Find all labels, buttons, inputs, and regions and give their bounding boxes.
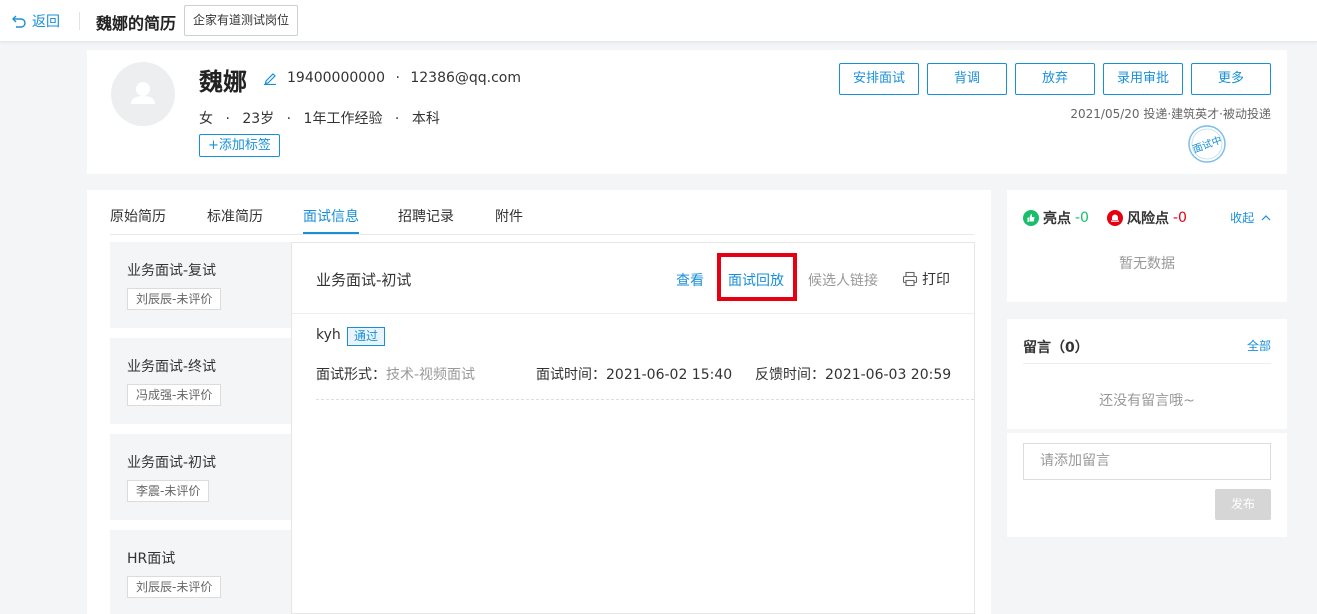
top-bar: 返回 魏娜的简历 企家有道测试岗位 [0, 0, 1317, 42]
divider [1023, 363, 1271, 364]
dashed-divider [316, 399, 974, 400]
separator: · [225, 111, 230, 127]
messages-title: 留言（0） [1023, 340, 1089, 356]
experience: 1年工作经验 [303, 111, 383, 127]
highlight-summary: 亮点 -0 [1023, 208, 1089, 228]
edit-icon[interactable] [263, 71, 277, 85]
highlight-count: -0 [1075, 210, 1089, 226]
abandon-button[interactable]: 放弃 [1015, 63, 1095, 95]
feedback-label: 反馈时间： [755, 367, 825, 383]
round-title: 业务面试-复试 [127, 263, 217, 279]
more-button[interactable]: 更多 [1191, 63, 1271, 95]
interviewer-name: kyh [316, 327, 341, 343]
contact-info: 19400000000 · 12386@qq.com [287, 70, 521, 86]
schedule-interview-button[interactable]: 安排面试 [839, 63, 919, 95]
separator: · [395, 70, 400, 86]
empty-state: 暂无数据 [1119, 256, 1175, 272]
divider [292, 313, 974, 314]
page-title: 魏娜的简历 [96, 14, 177, 33]
round-title: 业务面试-初试 [127, 455, 217, 471]
stamp-text: 面试中 [1191, 133, 1224, 155]
back-label: 返回 [32, 14, 60, 30]
highlights-card: 亮点 -0 风险点 -0 收起 暂无数据 [1007, 190, 1287, 302]
interview-round-list: 业务面试-复试 刘辰辰-未评价 业务面试-终试 冯成强-未评价 业务面试-初试 … [110, 242, 291, 614]
detail-title: 业务面试-初试 [316, 271, 412, 289]
result-badge: 通过 [347, 327, 386, 346]
job-position-tag: 企家有道测试岗位 [184, 5, 299, 36]
printer-icon [902, 271, 918, 287]
back-button[interactable]: 返回 [12, 11, 60, 31]
risk-count: -0 [1173, 210, 1187, 226]
section-gap [1007, 429, 1287, 433]
candidate-link[interactable]: 候选人链接 [808, 270, 878, 290]
chevron-up-icon [1261, 215, 1271, 221]
gender: 女 [199, 111, 213, 127]
interview-detail-panel: 业务面试-初试 查看 面试回放 候选人链接 打印 kyh 通过 面试形式：技术-… [291, 242, 978, 614]
annotation-highlight-box [717, 253, 797, 301]
divider [79, 12, 80, 30]
user-placeholder-icon [131, 82, 155, 104]
tab-recruit-records[interactable]: 招聘记录 [398, 206, 454, 226]
messages-card: 留言（0） 全部 还没有留言哦~ 请添加留言 发布 [1007, 319, 1287, 537]
hire-approval-button[interactable]: 录用审批 [1103, 63, 1183, 95]
risk-alert-icon [1107, 210, 1123, 226]
active-tab-indicator [303, 232, 359, 234]
tab-bar: 原始简历 标准简历 面试信息 招聘记录 附件 [110, 190, 974, 235]
form-label: 面试形式： [316, 367, 386, 383]
back-arrow-icon [12, 15, 26, 28]
view-all-messages-link[interactable]: 全部 [1247, 337, 1271, 354]
round-item[interactable]: HR面试 刘辰辰-未评价 [110, 530, 291, 614]
candidate-meta: 女 · 23岁 · 1年工作经验 · 本科 [199, 108, 440, 128]
round-item-selected[interactable]: 业务面试-初试 李震-未评价 [110, 434, 291, 520]
round-title: HR面试 [127, 551, 176, 567]
tab-attachments[interactable]: 附件 [495, 206, 523, 226]
round-evaluator-tag: 冯成强-未评价 [127, 384, 222, 406]
tab-standard-resume[interactable]: 标准简历 [207, 206, 263, 226]
phone: 19400000000 [287, 70, 385, 86]
feedback-time: 反馈时间：2021-06-03 20:59 [755, 364, 951, 384]
round-title: 业务面试-终试 [127, 359, 217, 375]
interviewing-stamp: 面试中 [1188, 125, 1226, 163]
tab-original-resume[interactable]: 原始简历 [110, 206, 166, 226]
risk-summary: 风险点 -0 [1107, 208, 1187, 228]
publish-button[interactable]: 发布 [1215, 489, 1271, 520]
avatar [111, 62, 175, 126]
round-item[interactable]: 业务面试-复试 刘辰辰-未评价 [110, 242, 291, 328]
interview-time: 面试时间：2021-06-02 15:40 [536, 364, 732, 384]
message-input[interactable]: 请添加留言 [1023, 443, 1271, 480]
round-item[interactable]: 业务面试-终试 冯成强-未评价 [110, 338, 291, 424]
border-gap [975, 537, 978, 577]
separator: · [394, 111, 400, 127]
form-value: 技术-视频面试 [386, 367, 476, 383]
email: 12386@qq.com [410, 70, 522, 86]
action-buttons: 安排面试 背调 放弃 录用审批 更多 [839, 63, 1271, 95]
collapse-label: 收起 [1230, 211, 1255, 225]
candidate-header: 魏娜 19400000000 · 12386@qq.com 女 · 23岁 · … [87, 50, 1287, 174]
separator: · [286, 111, 292, 127]
add-tag-button[interactable]: +添加标签 [199, 134, 280, 157]
main-content: 原始简历 标准简历 面试信息 招聘记录 附件 业务面试-复试 刘辰辰-未评价 业… [87, 190, 991, 614]
candidate-name: 魏娜 [199, 68, 247, 96]
view-link[interactable]: 查看 [676, 270, 704, 290]
interview-form: 面试形式：技术-视频面试 [316, 364, 475, 384]
tab-interview-info[interactable]: 面试信息 [303, 206, 359, 226]
print-button[interactable]: 打印 [902, 269, 950, 289]
print-label: 打印 [922, 272, 950, 288]
age: 23岁 [242, 111, 275, 127]
collapse-button[interactable]: 收起 [1230, 209, 1271, 226]
risk-label: 风险点 [1127, 211, 1169, 227]
feedback-value: 2021-06-03 20:59 [825, 367, 952, 383]
round-evaluator-tag: 刘辰辰-未评价 [127, 288, 222, 310]
education: 本科 [411, 111, 440, 127]
round-evaluator-tag: 李震-未评价 [127, 480, 210, 502]
application-source: 2021/05/20 投递·建筑英才·被动投递 [1070, 107, 1271, 121]
messages-empty-state: 还没有留言哦~ [1099, 393, 1195, 409]
time-value: 2021-06-02 15:40 [606, 367, 733, 383]
round-evaluator-tag: 刘辰辰-未评价 [127, 576, 222, 598]
highlight-label: 亮点 [1043, 211, 1071, 227]
background-check-button[interactable]: 背调 [927, 63, 1007, 95]
thumbs-up-icon [1023, 210, 1039, 226]
time-label: 面试时间： [536, 367, 606, 383]
